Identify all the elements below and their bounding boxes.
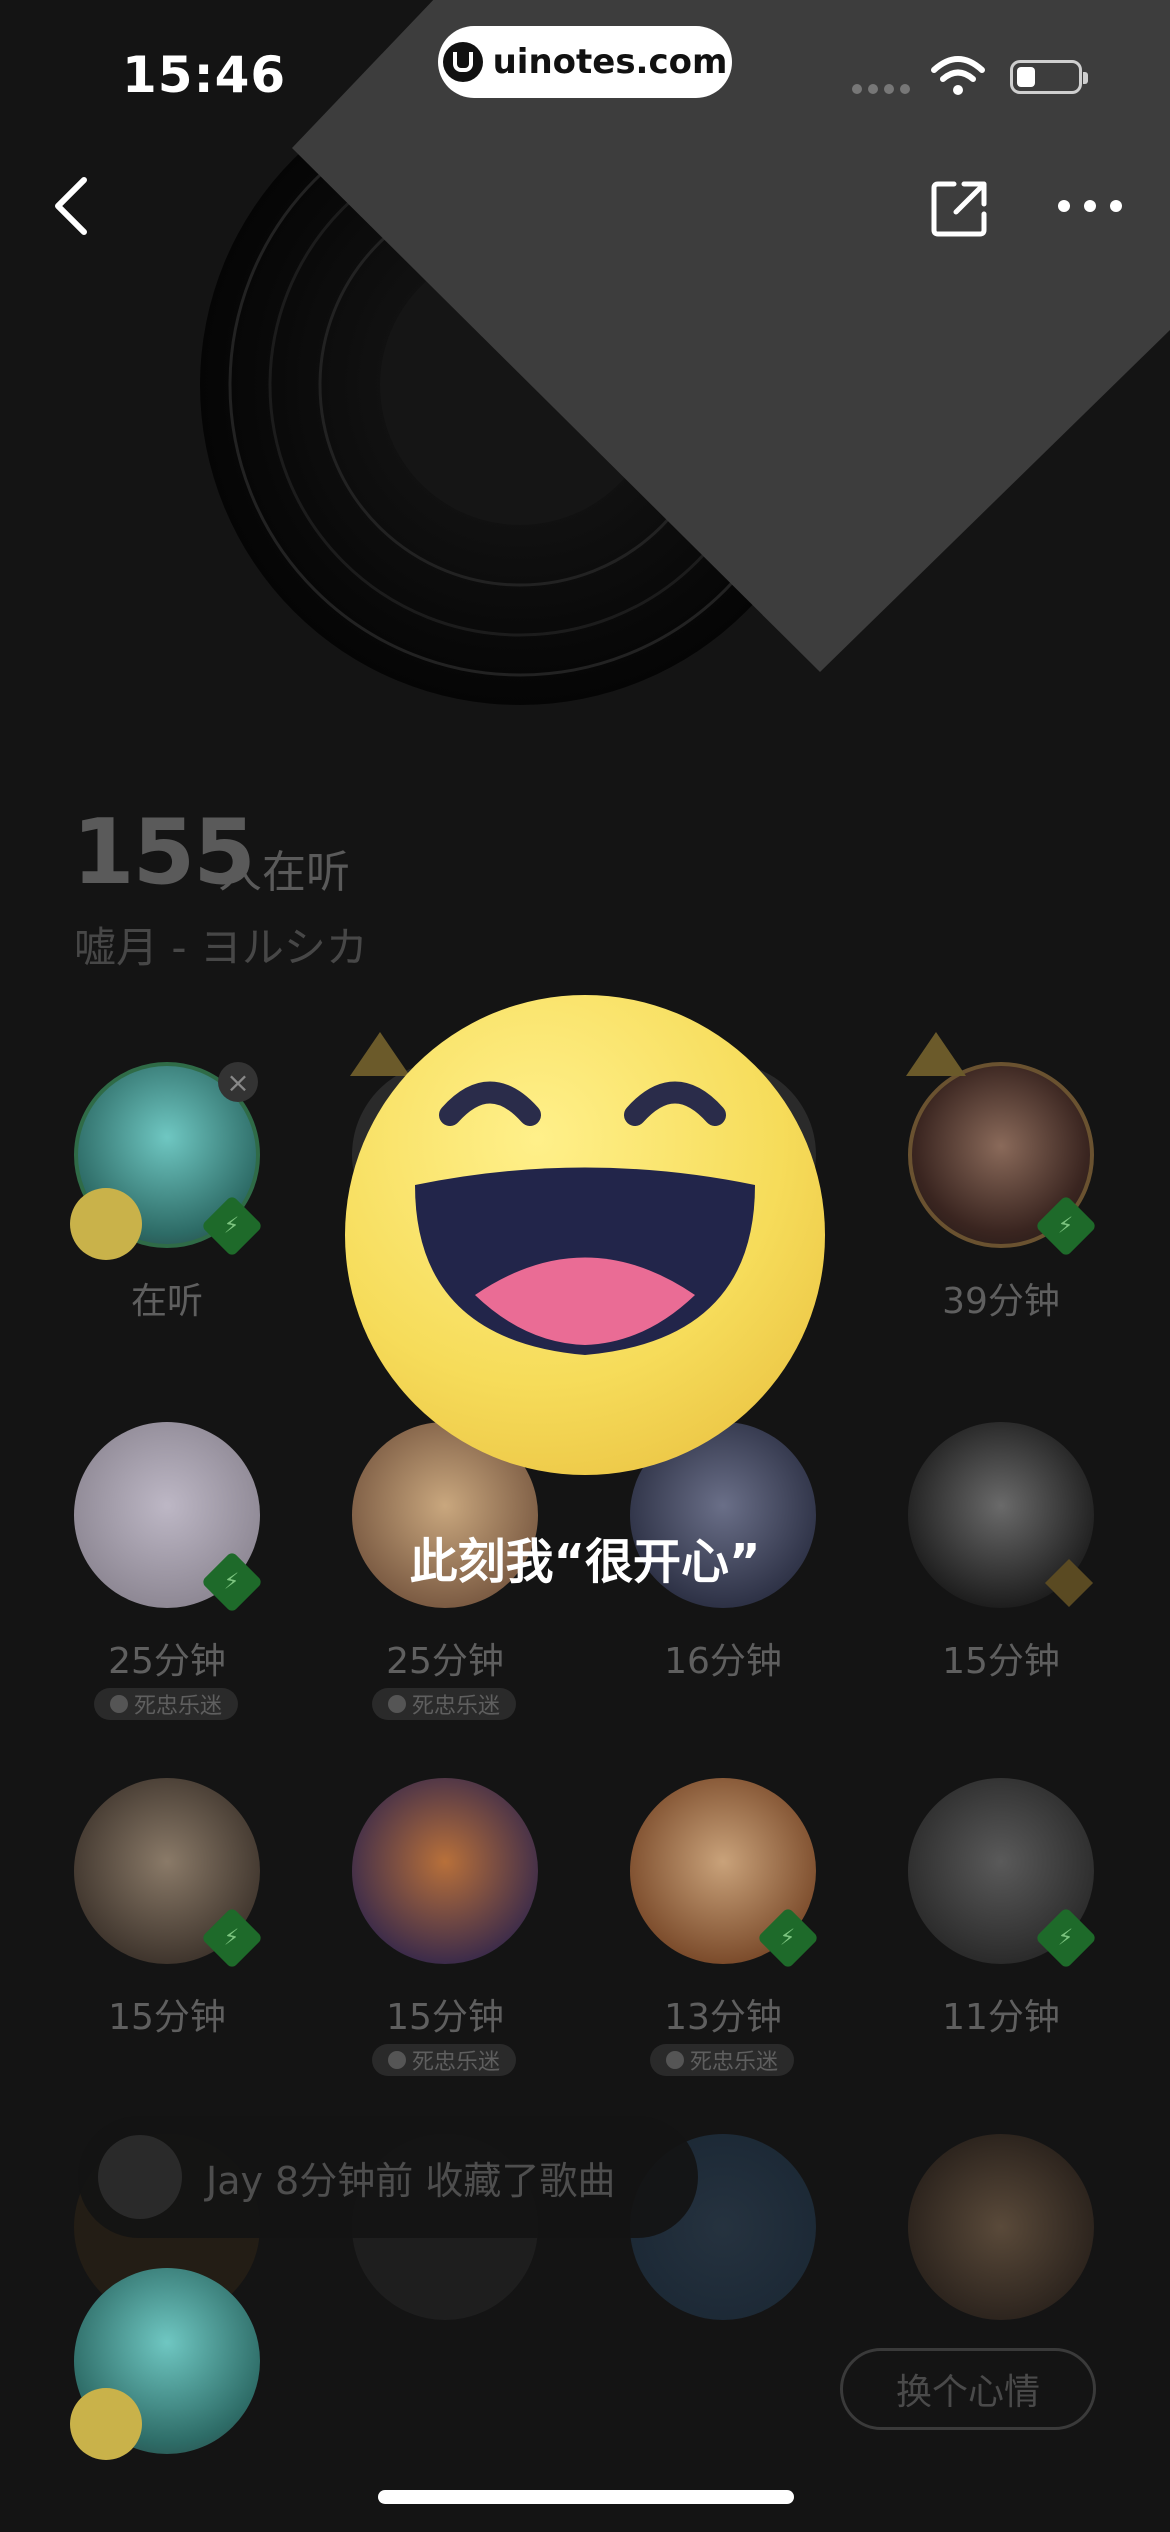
close-icon[interactable]: × <box>218 1062 258 1102</box>
grid-cell[interactable]: ⚡ 13分钟 死忠乐迷 <box>584 1776 862 2086</box>
cell-label: 在听 <box>130 1281 203 1322</box>
cell-label: 11分钟 <box>942 1997 1060 2038</box>
back-icon[interactable] <box>44 172 96 240</box>
badge-icon <box>388 2051 406 2069</box>
grid-cell[interactable]: × ⚡ 在听 <box>28 1060 306 1340</box>
badge-label: 死忠乐迷 <box>412 2050 501 2075</box>
laughing-emoji-icon <box>70 1188 142 1260</box>
fan-badge: 死忠乐迷 <box>650 2044 795 2076</box>
badge-label: 死忠乐迷 <box>134 1694 223 1719</box>
uinotes-logo-icon <box>442 42 483 82</box>
avatar[interactable] <box>908 2134 1094 2320</box>
crown-icon <box>906 1032 966 1076</box>
cell-label: 15分钟 <box>942 1641 1060 1682</box>
badge-label: 死忠乐迷 <box>412 1694 501 1719</box>
avatar <box>352 1778 538 1964</box>
cell-label: 25分钟 <box>386 1641 504 1682</box>
cell-label: 16分钟 <box>664 1641 782 1682</box>
cell-label: 39分钟 <box>942 1281 1060 1322</box>
avatar <box>98 2135 182 2219</box>
listener-unit: 人在听 <box>218 847 350 898</box>
notification-text: Jay 8分钟前 收藏了歌曲 <box>206 2158 616 2203</box>
battery-icon <box>1010 60 1088 94</box>
fan-badge: 死忠乐迷 <box>94 1688 239 1720</box>
badge-icon <box>388 1695 406 1713</box>
song-title-artist: 嘘月 - ヨルシカ <box>74 923 368 972</box>
grid-cell[interactable]: ⚡ 11分钟 <box>862 1776 1140 2086</box>
overlay-caption: 此刻我“很开心” <box>409 1534 761 1590</box>
cell-label: 15分钟 <box>386 1997 504 2038</box>
home-indicator <box>378 2490 794 2504</box>
cellular-signal-icon <box>852 84 910 94</box>
fan-badge: 死忠乐迷 <box>372 2044 517 2076</box>
activity-notification: Jay 8分钟前 收藏了歌曲 <box>78 2116 698 2238</box>
fan-badge: 死忠乐迷 <box>372 1688 517 1720</box>
cell-label: 15分钟 <box>108 1997 226 2038</box>
wifi-icon <box>931 56 985 95</box>
grid-cell[interactable]: ⚡ 15分钟 <box>28 1776 306 2086</box>
vinyl-record-artwork <box>200 0 1170 705</box>
badge-label: 死忠乐迷 <box>690 2050 779 2075</box>
badge-icon <box>666 2051 684 2069</box>
change-mood-button[interactable]: 换个心情 <box>840 2348 1096 2430</box>
cell-label: 25分钟 <box>108 1641 226 1682</box>
grid-cell[interactable]: ⚡ 39分钟 <box>862 1032 1140 1340</box>
url-pill: uinotes.com <box>438 26 732 98</box>
cell-label: 13分钟 <box>664 1997 782 2038</box>
more-icon[interactable] <box>1058 200 1122 212</box>
badge-icon <box>110 1695 128 1713</box>
url-text: uinotes.com <box>492 42 728 82</box>
status-time: 15:46 <box>122 46 287 104</box>
emoji-features <box>415 1081 755 1355</box>
laughing-emoji-icon <box>70 2388 142 2460</box>
grid-cell[interactable]: 15分钟 死忠乐迷 <box>306 1776 584 2086</box>
share-icon[interactable] <box>928 178 990 240</box>
